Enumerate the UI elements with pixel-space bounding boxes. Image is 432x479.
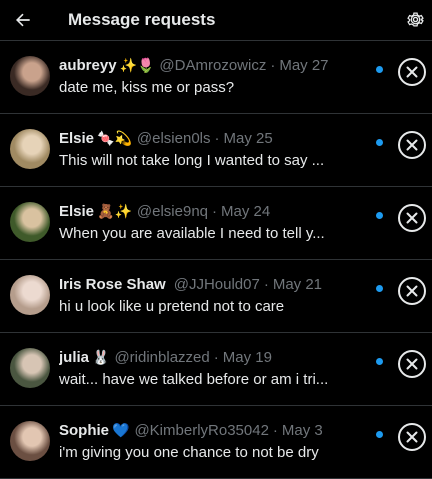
decline-request-button[interactable] [398, 350, 426, 378]
separator-dot: · [263, 276, 269, 293]
message-request-row[interactable]: julia 🐰 @ridinblazzed · May 19 wait... h… [0, 333, 432, 406]
sender-line: Sophie 💙 @KimberlyRo35042 · May 3 [59, 422, 372, 439]
request-list: aubreyy ✨🌷 @DAmrozowicz · May 27 date me… [0, 40, 432, 479]
name-emoji: 🧸✨ [97, 203, 132, 219]
unread-dot-icon [376, 358, 383, 365]
sender-handle: @JJHould07 [173, 276, 260, 293]
message-date: May 21 [272, 276, 323, 293]
message-request-row[interactable]: Elsie 🧸✨ @elsie9nq · May 24 When you are… [0, 187, 432, 260]
sender-handle: @ridinblazzed [114, 349, 210, 366]
separator-dot: · [214, 130, 220, 147]
close-icon [406, 66, 418, 78]
sender-handle: @DAmrozowicz [159, 57, 267, 74]
unread-dot-icon [376, 139, 383, 146]
sender-name[interactable]: Iris Rose Shaw [59, 276, 166, 293]
decline-request-button[interactable] [398, 131, 426, 159]
unread-dot-icon [376, 66, 383, 73]
decline-request-button[interactable] [398, 423, 426, 451]
unread-dot-icon [376, 212, 383, 219]
avatar[interactable] [10, 202, 50, 242]
message-request-row[interactable]: Sophie 💙 @KimberlyRo35042 · May 3 i'm gi… [0, 406, 432, 479]
message-preview: date me, kiss me or pass? [59, 79, 235, 96]
page-title: Message requests [68, 10, 216, 29]
close-icon [406, 139, 418, 151]
header: Message requests [0, 0, 432, 40]
separator-dot: · [270, 57, 276, 74]
name-emoji: 💙 [112, 422, 130, 438]
message-date: May 27 [279, 57, 329, 74]
back-button[interactable] [2, 4, 44, 36]
message-preview: When you are available I need to tell y.… [59, 225, 325, 242]
decline-request-button[interactable] [398, 204, 426, 232]
unread-dot-icon [376, 285, 383, 292]
decline-request-button[interactable] [398, 58, 426, 86]
name-emoji: 🍬💫 [97, 130, 132, 146]
avatar[interactable] [10, 275, 50, 315]
arrow-left-icon [16, 13, 30, 27]
sender-line: Elsie 🧸✨ @elsie9nq · May 24 [59, 203, 372, 220]
message-date: May 3 [281, 422, 323, 439]
sender-name[interactable]: aubreyy [59, 57, 117, 74]
name-emoji: 🐰 [92, 349, 110, 365]
separator-dot: · [213, 349, 219, 366]
close-icon [406, 431, 418, 443]
message-date: May 25 [223, 130, 273, 147]
message-preview: hi u look like u pretend not to care [59, 298, 285, 315]
avatar[interactable] [10, 348, 50, 388]
close-icon [406, 285, 418, 297]
sender-handle: @elsien0ls [136, 130, 211, 147]
message-preview: wait... have we talked before or am i tr… [59, 371, 329, 388]
unread-dot-icon [376, 431, 383, 438]
decline-request-button[interactable] [398, 277, 426, 305]
sender-name[interactable]: Elsie [59, 203, 94, 220]
sender-line: aubreyy ✨🌷 @DAmrozowicz · May 27 [59, 57, 372, 74]
message-date: May 24 [221, 203, 271, 220]
sender-handle: @KimberlyRo35042 [134, 422, 269, 439]
name-emoji: ✨🌷 [119, 57, 155, 73]
settings-button[interactable] [402, 6, 428, 32]
sender-line: julia 🐰 @ridinblazzed · May 19 [59, 349, 372, 366]
sender-name[interactable]: Elsie [59, 130, 94, 147]
sender-line: Iris Rose Shaw @JJHould07 · May 21 [59, 276, 372, 293]
message-request-row[interactable]: Iris Rose Shaw @JJHould07 · May 21 hi u … [0, 260, 432, 333]
close-icon [406, 358, 418, 370]
message-request-row[interactable]: Elsie 🍬💫 @elsien0ls · May 25 This will n… [0, 114, 432, 187]
sender-name[interactable]: Sophie [59, 422, 109, 439]
message-request-row[interactable]: aubreyy ✨🌷 @DAmrozowicz · May 27 date me… [0, 41, 432, 114]
avatar[interactable] [10, 56, 50, 96]
separator-dot: · [272, 422, 278, 439]
gear-icon [406, 12, 424, 26]
message-preview: i'm giving you one chance to not be dry [59, 444, 319, 461]
separator-dot: · [212, 203, 218, 220]
close-icon [406, 212, 418, 224]
sender-handle: @elsie9nq [136, 203, 209, 220]
message-date: May 19 [222, 349, 272, 366]
avatar[interactable] [10, 129, 50, 169]
avatar[interactable] [10, 421, 50, 461]
sender-name[interactable]: julia [59, 349, 89, 366]
sender-line: Elsie 🍬💫 @elsien0ls · May 25 [59, 130, 372, 147]
message-preview: This will not take long I wanted to say … [59, 152, 325, 169]
